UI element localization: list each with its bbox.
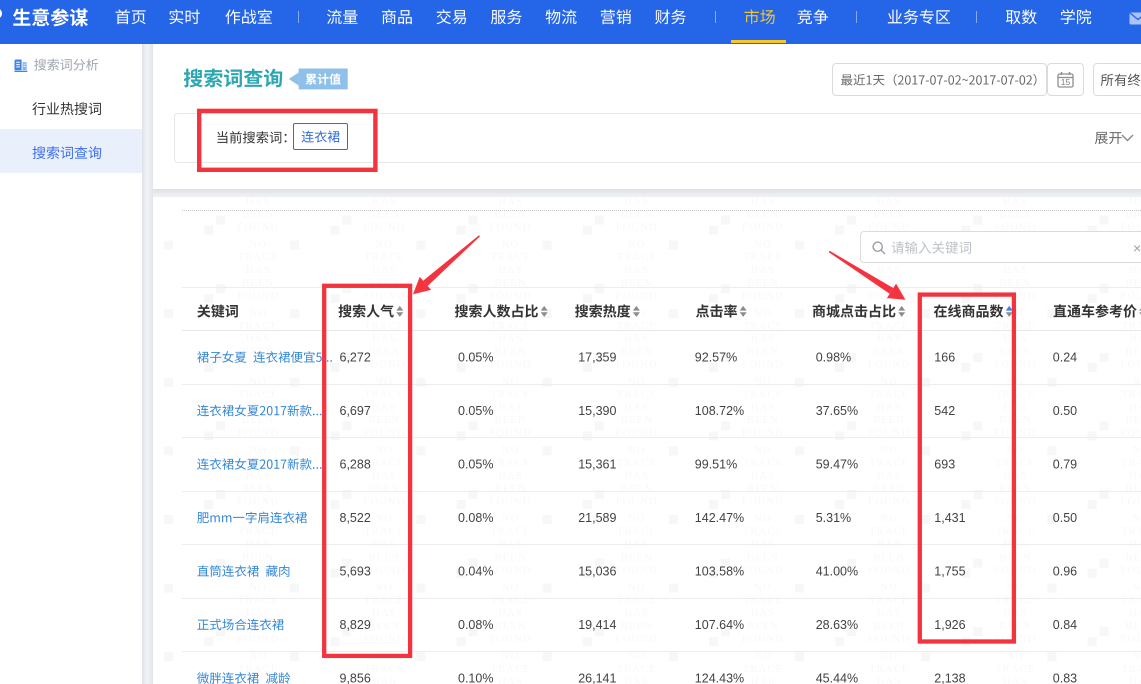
svg-text:15: 15: [1061, 77, 1071, 87]
